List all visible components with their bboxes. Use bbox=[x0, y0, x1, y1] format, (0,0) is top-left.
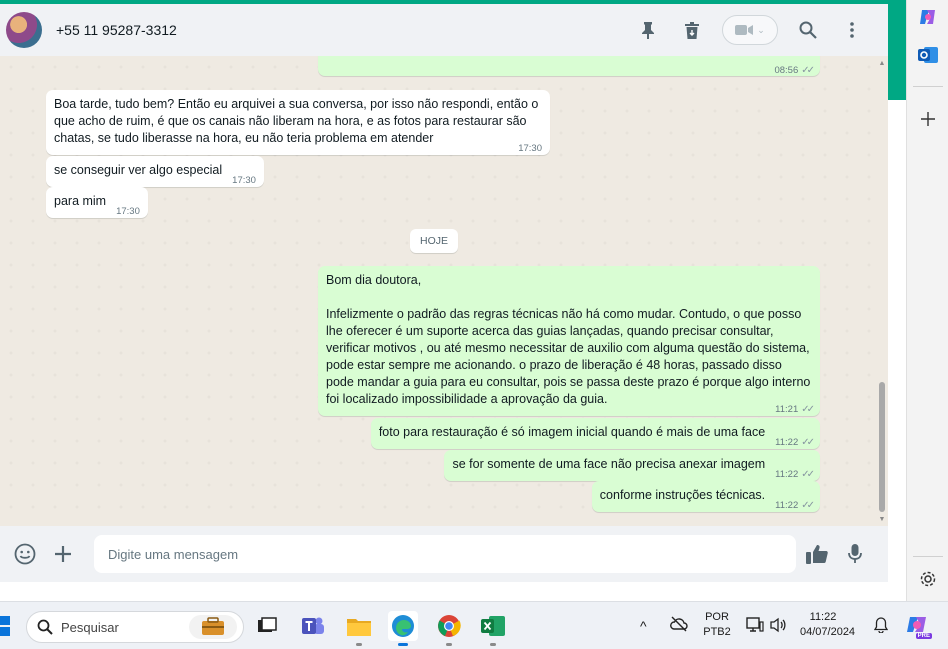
message-bubble[interactable]: se for somente de uma face não precisa a… bbox=[444, 450, 820, 481]
message-bubble[interactable]: para mim 17:30 bbox=[46, 187, 148, 218]
taskbar-teams-icon[interactable] bbox=[298, 611, 328, 641]
tray-clock[interactable]: 11:22 04/07/2024 bbox=[800, 610, 856, 640]
message-time: 08:56 bbox=[774, 65, 799, 76]
message-text: para mim bbox=[54, 194, 107, 208]
pin-icon[interactable] bbox=[626, 12, 670, 48]
message-time: 17:30 bbox=[518, 143, 542, 154]
sidebar-divider bbox=[913, 556, 943, 557]
microphone-icon[interactable] bbox=[840, 539, 870, 569]
taskbar-task-view-icon[interactable] bbox=[252, 611, 282, 641]
double-check-icon: ✓✓ bbox=[801, 65, 815, 76]
message-time: 17:30 bbox=[232, 175, 256, 186]
message-time: 11:22 bbox=[775, 469, 799, 480]
whatsapp-window: +55 11 95287-3312 ⌄ 08:56 ✓✓ Boa tarde, … bbox=[0, 0, 948, 601]
add-icon[interactable] bbox=[915, 106, 941, 132]
taskbar-copilot-icon[interactable]: PRE bbox=[902, 611, 932, 641]
message-time: 11:21 bbox=[775, 404, 799, 415]
contact-name[interactable]: +55 11 95287-3312 bbox=[56, 22, 626, 38]
side-accent-bar bbox=[888, 0, 906, 100]
header-actions: ⌄ bbox=[626, 12, 874, 48]
tray-display-icon[interactable] bbox=[746, 617, 764, 636]
copilot-icon[interactable] bbox=[915, 4, 941, 30]
running-indicator bbox=[446, 643, 452, 646]
message-text: se for somente de uma face não precisa a… bbox=[452, 457, 766, 471]
message-bubble[interactable]: foto para restauração é só imagem inicia… bbox=[370, 418, 820, 449]
message-time: 11:22 bbox=[775, 500, 799, 511]
chevron-down-icon: ⌄ bbox=[757, 24, 765, 35]
message-bubble[interactable]: Boa tarde, tudo bem? Então eu arquivei a… bbox=[46, 90, 550, 155]
thumbs-up-icon[interactable] bbox=[802, 539, 832, 569]
language-code: POR bbox=[705, 611, 729, 623]
taskbar-edge-icon[interactable] bbox=[388, 611, 418, 646]
message-text: Bom dia doutora, Infelizmente o padrão d… bbox=[326, 273, 811, 406]
message-bubble[interactable]: 08:56 ✓✓ bbox=[318, 56, 820, 76]
taskbar-chrome-icon[interactable] bbox=[434, 611, 464, 646]
video-call-icon bbox=[735, 25, 754, 35]
attach-plus-icon[interactable] bbox=[48, 539, 78, 569]
chat-panel: +55 11 95287-3312 ⌄ 08:56 ✓✓ Boa tarde, … bbox=[0, 4, 888, 582]
scrollbar-thumb[interactable] bbox=[879, 382, 885, 512]
tray-language[interactable]: POR PTB2 bbox=[700, 610, 734, 640]
message-text: foto para restauração é só imagem inicia… bbox=[378, 425, 766, 439]
keyboard-layout: PTB2 bbox=[703, 626, 731, 638]
date-divider: HOJE bbox=[410, 229, 459, 253]
search-icon bbox=[37, 619, 53, 635]
message-bubble[interactable]: se conseguir ver algo especial 17:30 bbox=[46, 156, 264, 187]
message-text: Boa tarde, tudo bem? Então eu arquivei a… bbox=[54, 97, 539, 145]
tray-chevron-up-icon[interactable]: ^ bbox=[640, 618, 647, 634]
clock-time: 11:22 bbox=[809, 611, 837, 623]
message-scrollbar[interactable]: ▲ ▼ bbox=[876, 56, 888, 526]
running-indicator bbox=[356, 643, 362, 646]
delete-icon[interactable] bbox=[670, 12, 714, 48]
message-text: conforme instruções técnicas. bbox=[599, 488, 766, 502]
message-list: 08:56 ✓✓ Boa tarde, tudo bem? Então eu ar… bbox=[0, 56, 876, 526]
contact-avatar[interactable] bbox=[6, 12, 42, 48]
message-time: 17:30 bbox=[116, 206, 140, 217]
tray-cloud-offline-icon[interactable] bbox=[670, 616, 688, 635]
double-check-icon: ✓✓ bbox=[801, 500, 815, 511]
running-indicator bbox=[398, 643, 408, 646]
settings-gear-icon[interactable] bbox=[915, 566, 941, 592]
running-indicator bbox=[490, 643, 496, 646]
menu-icon[interactable] bbox=[830, 12, 874, 48]
windows-taskbar: Pesquisar ^ POR PTB2 11:22 04/07/2024 PR… bbox=[0, 601, 948, 649]
message-bubble[interactable]: conforme instruções técnicas. 11:22 ✓✓ bbox=[591, 481, 820, 512]
windows-start-icon[interactable] bbox=[0, 614, 14, 638]
scroll-down-arrow-icon[interactable]: ▼ bbox=[878, 516, 886, 524]
search-icon[interactable] bbox=[786, 12, 830, 48]
taskbar-file-explorer-icon[interactable] bbox=[344, 611, 374, 646]
copilot-pre-badge: PRE bbox=[915, 633, 932, 639]
double-check-icon: ✓✓ bbox=[801, 469, 815, 480]
message-time: 11:22 bbox=[775, 437, 799, 448]
message-text: se conseguir ver algo especial bbox=[54, 163, 223, 177]
double-check-icon: ✓✓ bbox=[801, 404, 815, 415]
clock-date: 04/07/2024 bbox=[800, 626, 856, 638]
video-call-button[interactable]: ⌄ bbox=[722, 15, 778, 45]
outlook-icon[interactable] bbox=[915, 42, 941, 68]
browser-sidebar bbox=[906, 0, 948, 601]
tray-notification-bell-icon[interactable] bbox=[873, 617, 889, 636]
message-bubble[interactable]: Bom dia doutora, Infelizmente o padrão d… bbox=[318, 266, 820, 416]
tray-volume-icon[interactable] bbox=[770, 617, 786, 636]
sidebar-divider bbox=[913, 86, 943, 87]
double-check-icon: ✓✓ bbox=[801, 437, 815, 448]
chat-header: +55 11 95287-3312 ⌄ bbox=[0, 4, 888, 56]
taskbar-search-box[interactable]: Pesquisar bbox=[26, 611, 244, 643]
scroll-up-arrow-icon[interactable]: ▲ bbox=[878, 60, 886, 68]
emoji-icon[interactable] bbox=[10, 539, 40, 569]
taskbar-search-text: Pesquisar bbox=[61, 619, 119, 635]
message-input[interactable] bbox=[94, 535, 796, 573]
briefcase-icon bbox=[189, 615, 237, 639]
compose-bar bbox=[0, 526, 888, 582]
taskbar-excel-icon[interactable] bbox=[478, 611, 508, 646]
